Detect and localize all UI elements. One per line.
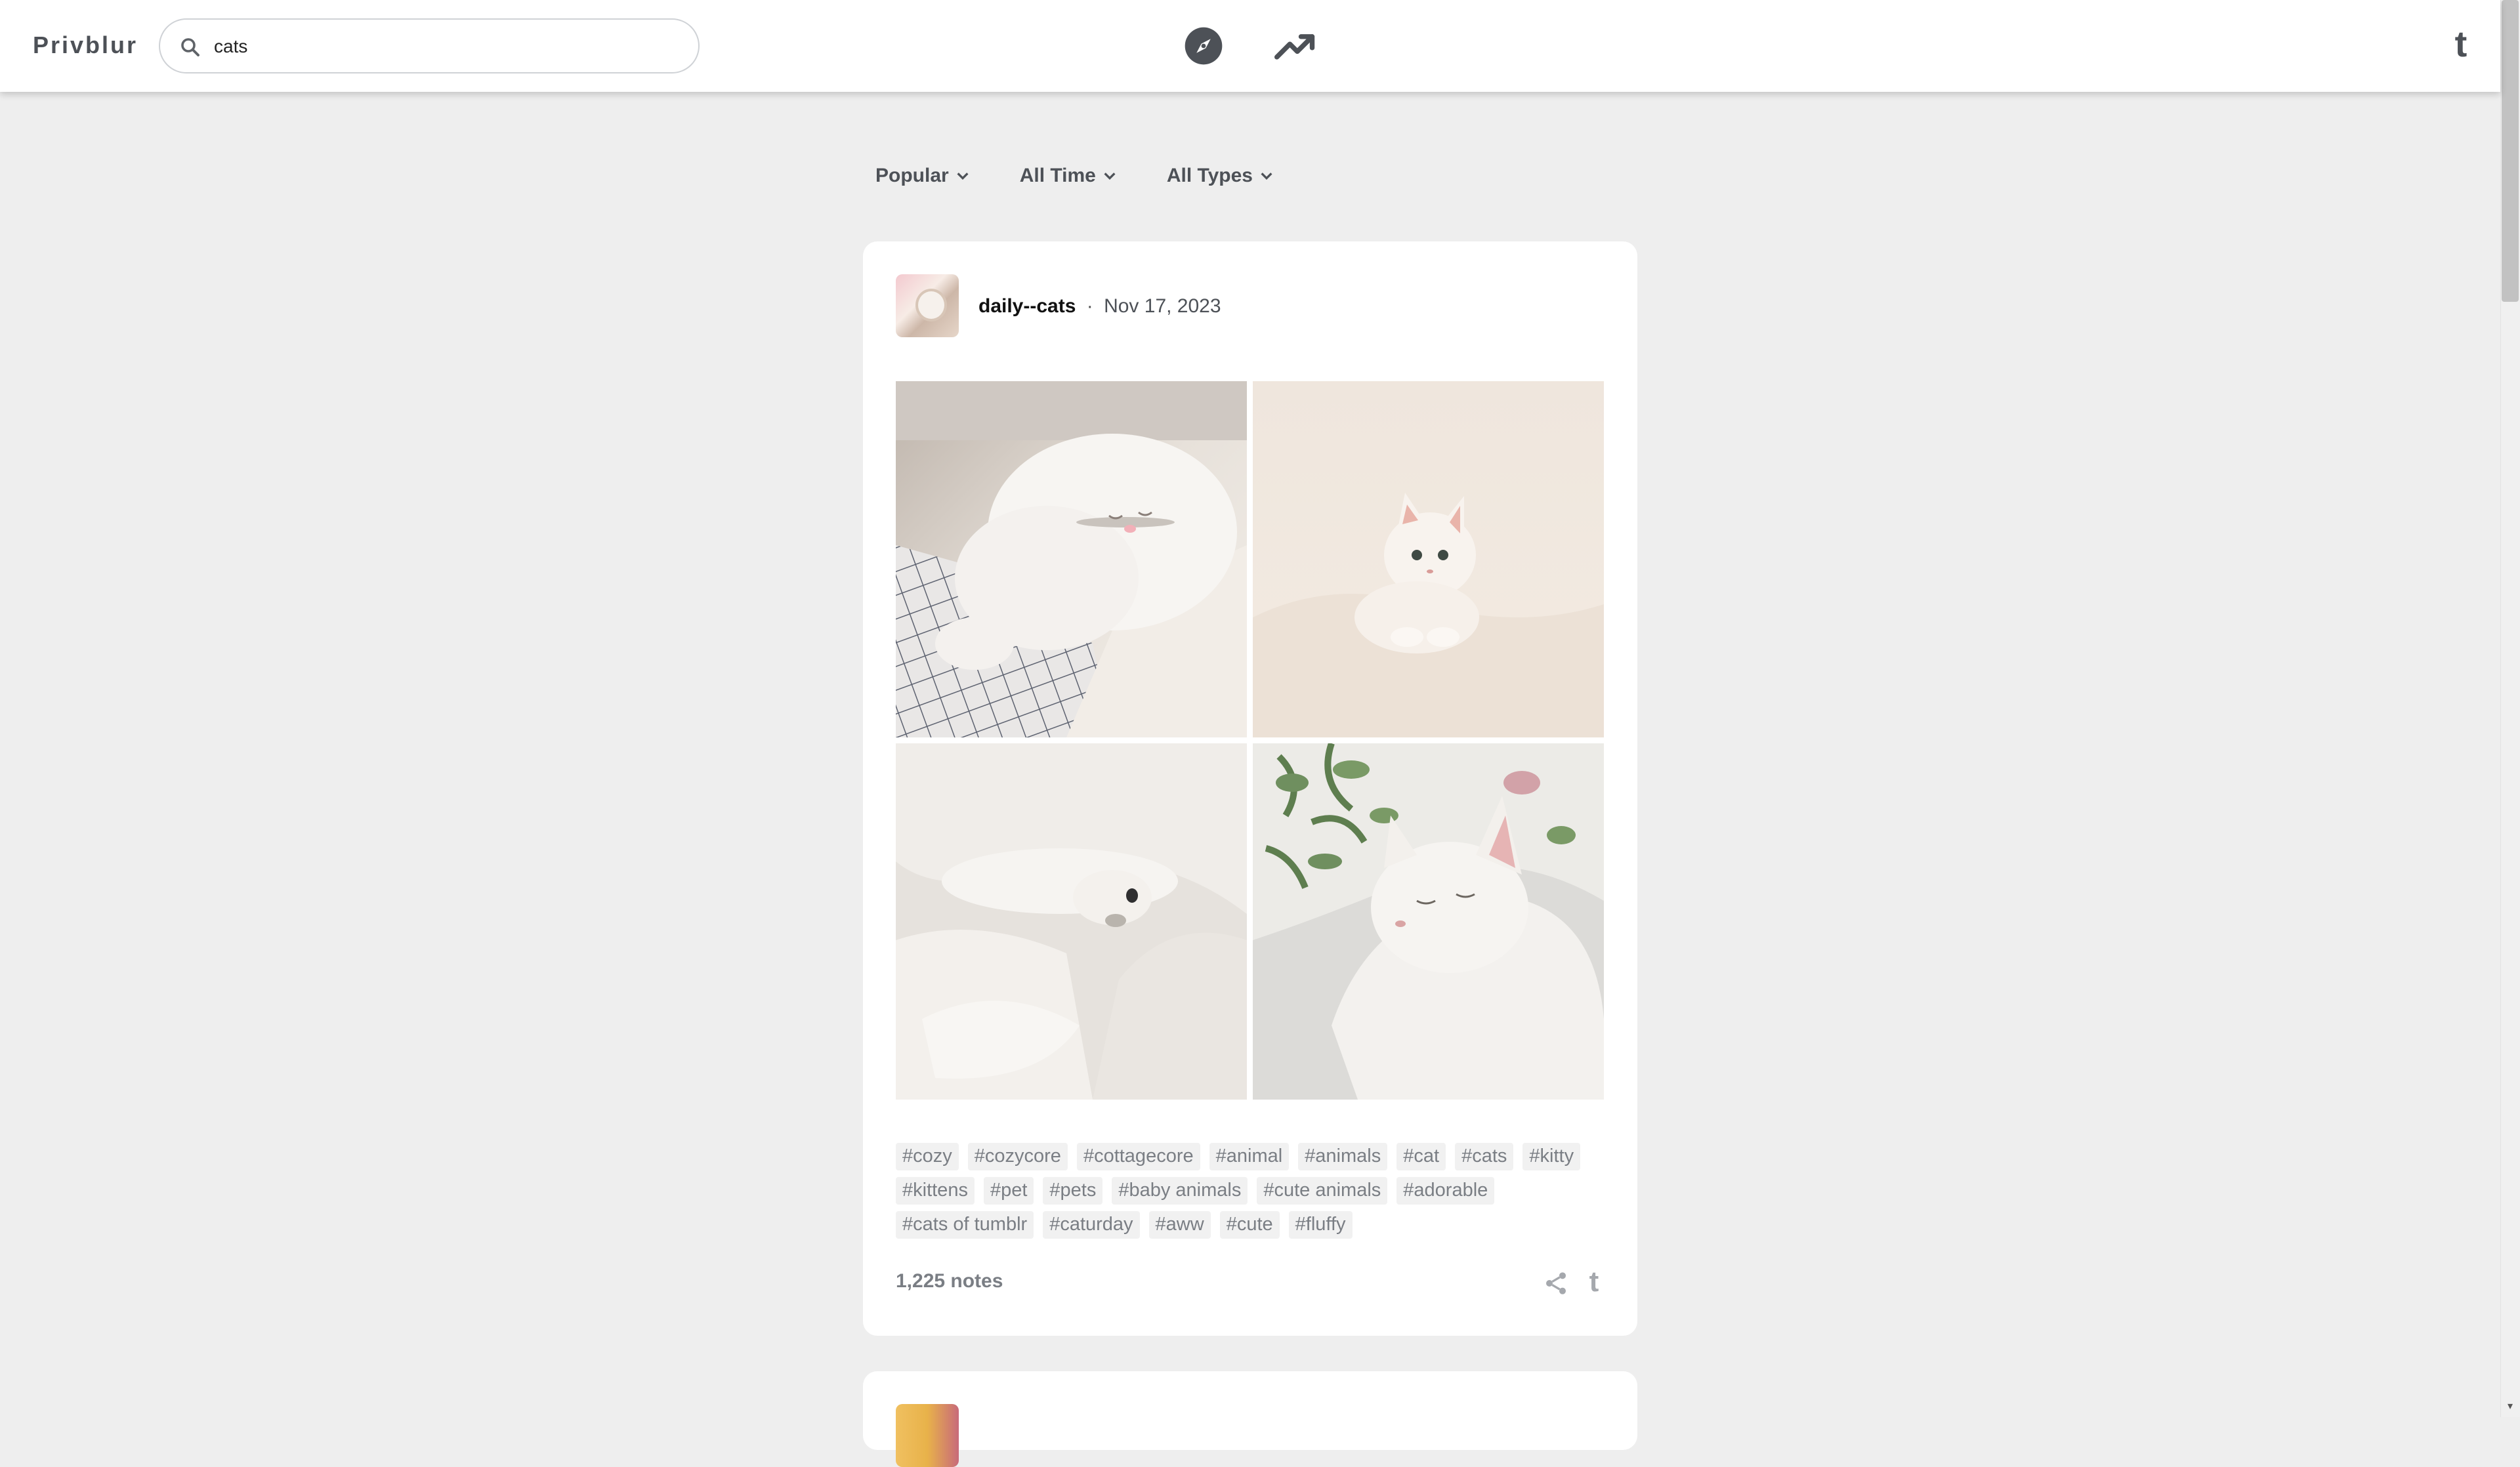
tag-link[interactable]: #caturday (1043, 1211, 1140, 1239)
compass-icon[interactable] (1181, 24, 1226, 68)
tag-link[interactable]: #fluffy (1288, 1211, 1353, 1239)
avatar-cat-face (918, 291, 944, 319)
brand-logo[interactable]: Privblur (33, 31, 138, 59)
photo-cat-duvet (896, 743, 1247, 1100)
avatar[interactable] (896, 1404, 959, 1467)
avatar[interactable] (896, 274, 959, 337)
photo-1[interactable] (896, 381, 1247, 737)
tag-link[interactable]: #cute animals (1257, 1177, 1388, 1205)
photo-kitten-sheets (1253, 381, 1604, 737)
top-bar: Privblur t (0, 0, 2500, 92)
chevron-down-icon (1104, 173, 1116, 180)
filter-bar: Popular All Time All Types (875, 161, 1324, 190)
search-icon (181, 38, 200, 56)
meta-separator: · (1086, 295, 1093, 317)
time-label: All Time (1019, 165, 1096, 186)
type-label: All Types (1166, 165, 1253, 186)
time-dropdown[interactable]: All Time (1020, 161, 1117, 190)
type-dropdown[interactable]: All Types (1167, 161, 1274, 190)
notes-count[interactable]: 1,225 notes (896, 1270, 1003, 1292)
post-date[interactable]: Nov 17, 2023 (1104, 295, 1221, 317)
tumblr-link-icon[interactable]: t (2441, 20, 2481, 68)
post-card: daily--cats · Nov 17, 2023 #cozy #cozyco… (863, 241, 1637, 1336)
tag-link[interactable]: #cozycore (967, 1143, 1068, 1170)
search-input[interactable] (214, 29, 673, 64)
sort-dropdown[interactable]: Popular (875, 161, 970, 190)
tag-link[interactable]: #animal (1209, 1143, 1290, 1170)
tag-list: #cozy #cozycore #cottagecore #animal #animal… (896, 1143, 1611, 1239)
tumblr-icon[interactable]: t (1582, 1266, 1606, 1298)
scrollbar-thumb[interactable] (2502, 0, 2519, 302)
tag-link[interactable]: #cottagecore (1076, 1143, 1200, 1170)
tag-link[interactable]: #cats of tumblr (896, 1211, 1034, 1239)
chevron-down-icon (1261, 173, 1272, 180)
tag-link[interactable]: #pet (983, 1177, 1034, 1205)
scroll-down-arrow-icon[interactable]: ▾ (2503, 1400, 2517, 1413)
photo-3[interactable] (896, 743, 1247, 1100)
tag-link[interactable]: #kittens (896, 1177, 975, 1205)
search-box[interactable] (159, 18, 700, 73)
tag-link[interactable]: #aww (1148, 1211, 1211, 1239)
post-card-next (863, 1371, 1637, 1467)
tag-link[interactable]: #adorable (1396, 1177, 1495, 1205)
photo-4[interactable] (1253, 743, 1604, 1100)
photo-cat-floral (1253, 743, 1604, 1100)
post-header: daily--cats · Nov 17, 2023 (978, 295, 1221, 318)
tag-link[interactable]: #baby animals (1112, 1177, 1248, 1205)
tag-link[interactable]: #cat (1396, 1143, 1446, 1170)
tag-link[interactable]: #animals (1298, 1143, 1388, 1170)
sort-label: Popular (875, 165, 949, 186)
tag-link[interactable]: #cute (1219, 1211, 1280, 1239)
tag-link[interactable]: #cats (1455, 1143, 1514, 1170)
chevron-down-icon (957, 173, 969, 180)
post-username[interactable]: daily--cats (978, 295, 1076, 317)
tag-link[interactable]: #pets (1043, 1177, 1103, 1205)
photo-grid (896, 381, 1605, 1100)
share-icon[interactable] (1543, 1270, 1569, 1296)
tag-link[interactable]: #kitty (1522, 1143, 1581, 1170)
tag-link[interactable]: #cozy (896, 1143, 959, 1170)
photo-cat-plaid (896, 381, 1247, 737)
trending-icon[interactable] (1273, 24, 1318, 68)
photo-2[interactable] (1253, 381, 1604, 737)
